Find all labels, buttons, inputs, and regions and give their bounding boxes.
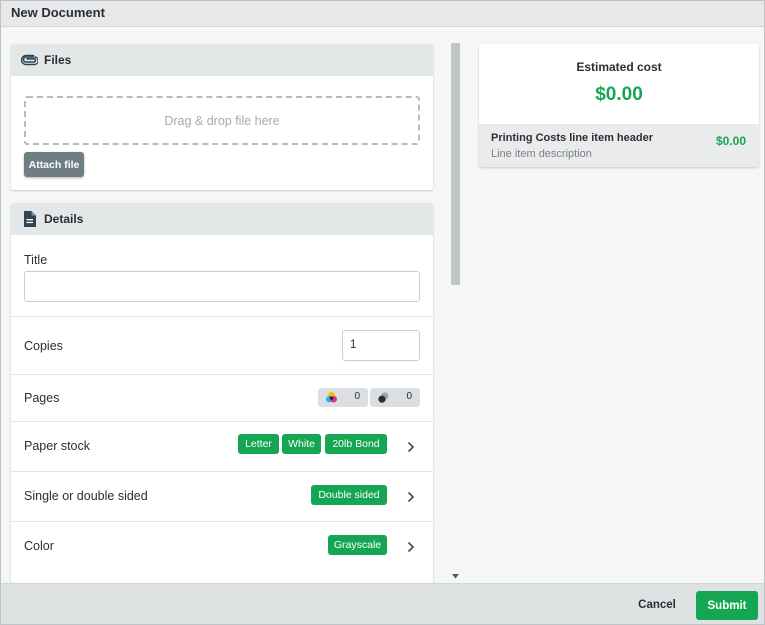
bw-pages-count: 0 (406, 391, 412, 402)
document-icon (20, 210, 38, 228)
line-item-description: Line item description (491, 148, 592, 160)
copies-label: Copies (24, 339, 63, 353)
estimated-cost-total: $0.00 (595, 84, 643, 105)
new-document-window: New Document Files Drag & drop file here… (0, 0, 765, 625)
bw-pages-icon (377, 391, 390, 404)
summary-pane: Estimated cost $0.00 Printing Costs line… (463, 28, 764, 583)
estimated-cost-card: Estimated cost $0.00 Printing Costs line… (479, 44, 759, 167)
paper-stock-label: Paper stock (24, 439, 91, 453)
details-card: Details Title Copies 1 Pages 0 0 Paper s… (11, 203, 433, 583)
form-pane: Files Drag & drop file here Attach file … (1, 28, 463, 583)
title-input[interactable] (24, 271, 420, 302)
title-label: Title (24, 253, 48, 267)
estimated-cost-label: Estimated cost (576, 60, 662, 74)
pages-row: Pages 0 0 (11, 374, 433, 421)
chevron-right-icon (406, 540, 416, 554)
paperclip-icon (20, 51, 38, 69)
copies-input[interactable]: 1 (342, 330, 420, 361)
paper-size-tag: Letter (238, 434, 279, 454)
line-item-amount: $0.00 (715, 134, 746, 148)
sided-label: Single or double sided (24, 489, 148, 503)
chevron-right-icon (406, 440, 416, 454)
cancel-button[interactable]: Cancel (629, 594, 685, 616)
sided-tag: Double sided (311, 485, 387, 505)
dialog-footer: Cancel Submit (1, 583, 764, 624)
color-pages-icon (325, 391, 338, 404)
color-pages-count: 0 (354, 391, 360, 402)
scrollbar-thumb[interactable] (451, 43, 460, 285)
title-bar: New Document (1, 1, 764, 27)
line-item-header: Printing Costs line item header (491, 132, 653, 144)
files-card-header: Files (11, 44, 433, 76)
form-scrollbar[interactable] (449, 38, 462, 583)
line-item: Printing Costs line item header Line ite… (479, 124, 759, 167)
paper-weight-tag: 20lb Bond (325, 434, 387, 454)
submit-button[interactable]: Submit (696, 591, 758, 620)
chevron-right-icon (406, 490, 416, 504)
color-label: Color (24, 539, 54, 553)
copies-row: Copies 1 (11, 316, 433, 374)
color-pages-counter[interactable]: 0 (318, 388, 368, 407)
attach-file-button[interactable]: Attach file (24, 152, 84, 177)
paper-stock-row[interactable]: Paper stock Letter White 20lb Bond (11, 421, 433, 471)
color-tag: Grayscale (328, 535, 387, 555)
paper-color-tag: White (282, 434, 321, 454)
scroll-down-icon[interactable] (451, 572, 460, 580)
details-card-header: Details (11, 203, 433, 235)
color-row[interactable]: Color Grayscale (11, 521, 433, 571)
file-dropzone[interactable]: Drag & drop file here (24, 96, 420, 145)
window-title: New Document (11, 5, 105, 20)
files-card: Files Drag & drop file here Attach file (11, 44, 433, 190)
bw-pages-counter[interactable]: 0 (370, 388, 420, 407)
dropzone-text: Drag & drop file here (164, 113, 280, 128)
sided-row[interactable]: Single or double sided Double sided (11, 471, 433, 521)
details-card-title: Details (44, 212, 84, 226)
files-card-title: Files (44, 53, 72, 67)
pages-label: Pages (24, 391, 60, 405)
